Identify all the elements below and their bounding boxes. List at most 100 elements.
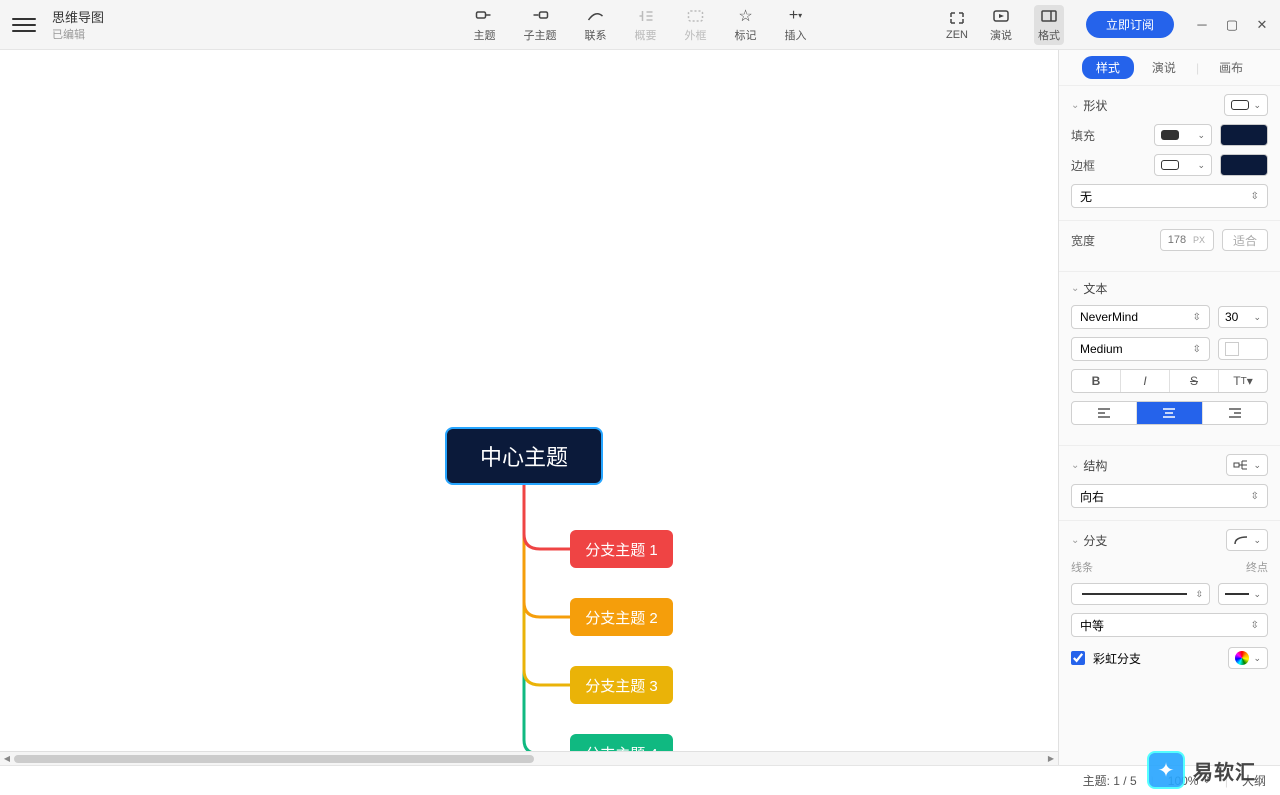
document-title: 思维导图 bbox=[52, 7, 104, 26]
insert-label: 插入 bbox=[785, 27, 807, 43]
structure-select[interactable]: 向右⇳ bbox=[1071, 484, 1268, 508]
boundary-icon bbox=[687, 7, 705, 25]
top-toolbar: 思维导图 已编辑 主题 子主题 联系 概要 外框 ☆ 标记 + ▾ 插 bbox=[0, 0, 1280, 50]
tab-canvas[interactable]: 画布 bbox=[1205, 56, 1257, 79]
scroll-left-icon[interactable]: ◀ bbox=[0, 752, 14, 765]
summary-button[interactable]: 概要 bbox=[635, 7, 657, 43]
topic-label: 主题 bbox=[474, 27, 496, 43]
canvas[interactable]: 中心主题 分支主题 1 分支主题 2 分支主题 3 分支主题 4 ◀ ▶ bbox=[0, 50, 1058, 765]
structure-icon-select[interactable]: ⌄ bbox=[1226, 454, 1268, 476]
panel-tabs: 样式 演说 | 画布 bbox=[1059, 50, 1280, 85]
border-weight-select[interactable]: 无⇳ bbox=[1071, 184, 1268, 208]
border-color[interactable] bbox=[1220, 154, 1268, 176]
relation-button[interactable]: 联系 bbox=[585, 7, 607, 43]
marker-button[interactable]: ☆ 标记 bbox=[735, 7, 757, 43]
bold-button[interactable]: B bbox=[1072, 370, 1121, 392]
connectors bbox=[0, 50, 1058, 765]
shape-select[interactable]: ⌄ bbox=[1224, 94, 1268, 116]
star-icon: ☆ bbox=[737, 7, 755, 25]
horizontal-scrollbar[interactable]: ◀ ▶ bbox=[0, 751, 1058, 765]
font-select[interactable]: NeverMind⇳ bbox=[1071, 305, 1210, 329]
fit-button[interactable]: 适合 bbox=[1222, 229, 1268, 251]
watermark: ✦ 易软汇 bbox=[1147, 751, 1256, 789]
subscribe-button[interactable]: 立即订阅 bbox=[1086, 11, 1174, 38]
minimize-button[interactable]: ─ bbox=[1196, 19, 1208, 31]
present-button[interactable]: 演说 bbox=[990, 7, 1012, 43]
section-text: ⌄ 文本 NeverMind⇳ 30⌄ Medium⇳ B I S TT ▾ bbox=[1059, 271, 1280, 445]
zen-button[interactable]: ZEN bbox=[946, 9, 968, 41]
shape-title: 形状 bbox=[1083, 97, 1107, 114]
border-style-select[interactable]: ⌄ bbox=[1154, 154, 1212, 176]
section-structure: ⌄ 结构 ⌄ 向右⇳ bbox=[1059, 445, 1280, 520]
section-width: 宽度 PX 适合 bbox=[1059, 220, 1280, 271]
rainbow-checkbox[interactable] bbox=[1071, 651, 1085, 665]
close-button[interactable]: ✕ bbox=[1256, 19, 1268, 31]
italic-button[interactable]: I bbox=[1121, 370, 1170, 392]
textcase-button[interactable]: TT ▾ bbox=[1219, 370, 1267, 392]
border-label: 边框 bbox=[1071, 157, 1101, 174]
logo-text: 易软汇 bbox=[1193, 756, 1256, 785]
section-branch: ⌄分支 ⌄ 线条 终点 ⇳ ⌄ 中等⇳ 彩虹分支 ⌄ bbox=[1059, 520, 1280, 689]
fill-style-select[interactable]: ⌄ bbox=[1154, 124, 1212, 146]
central-topic[interactable]: 中心主题 bbox=[445, 427, 603, 485]
font-weight-select[interactable]: Medium⇳ bbox=[1071, 337, 1210, 361]
zen-label: ZEN bbox=[946, 29, 968, 41]
chevron-down-icon[interactable]: ⌄ bbox=[1071, 283, 1079, 294]
subtopic-button[interactable]: 子主题 bbox=[524, 7, 557, 43]
present-icon bbox=[992, 7, 1010, 25]
line-label: 线条 bbox=[1071, 559, 1093, 575]
rainbow-label: 彩虹分支 bbox=[1093, 650, 1141, 667]
text-style-group: B I S TT ▾ bbox=[1071, 369, 1268, 393]
rainbow-icon bbox=[1235, 651, 1249, 665]
strikethrough-button[interactable]: S bbox=[1170, 370, 1219, 392]
branch-topic-3[interactable]: 分支主题 3 bbox=[570, 666, 673, 704]
scroll-right-icon[interactable]: ▶ bbox=[1044, 752, 1058, 765]
document-status: 已编辑 bbox=[52, 26, 104, 42]
window-controls: ─ ▢ ✕ bbox=[1196, 19, 1268, 31]
topic-count-label: 主题: 1 / 5 bbox=[1083, 772, 1137, 789]
maximize-button[interactable]: ▢ bbox=[1226, 19, 1238, 31]
format-panel: 样式 演说 | 画布 ⌄形状 ⌄ 填充 ⌄ 边框 ⌄ 无⇳ bbox=[1058, 50, 1280, 765]
chevron-down-icon[interactable]: ⌄ bbox=[1071, 460, 1079, 471]
branch-topic-1[interactable]: 分支主题 1 bbox=[570, 530, 673, 568]
chevron-down-icon[interactable]: ⌄ bbox=[1071, 535, 1079, 546]
relation-label: 联系 bbox=[585, 27, 607, 43]
logo-icon: ✦ bbox=[1147, 751, 1185, 789]
width-input[interactable]: PX bbox=[1160, 229, 1214, 251]
branch-title: 分支 bbox=[1083, 532, 1107, 549]
status-bar: 主题: 1 / 5 | 100% ⇳ | 大纲 bbox=[0, 765, 1280, 795]
chevron-down-icon[interactable]: ⌄ bbox=[1071, 100, 1079, 111]
fill-color[interactable] bbox=[1220, 124, 1268, 146]
insert-button[interactable]: + ▾ 插入 bbox=[785, 7, 807, 43]
text-title: 文本 bbox=[1083, 280, 1107, 297]
document-title-block: 思维导图 已编辑 bbox=[52, 7, 104, 42]
format-label: 格式 bbox=[1038, 27, 1060, 43]
branch-topic-2[interactable]: 分支主题 2 bbox=[570, 598, 673, 636]
section-shape: ⌄形状 ⌄ 填充 ⌄ 边框 ⌄ 无⇳ bbox=[1059, 85, 1280, 220]
summary-label: 概要 bbox=[635, 27, 657, 43]
align-center-button[interactable] bbox=[1137, 402, 1202, 424]
align-left-button[interactable] bbox=[1072, 402, 1137, 424]
line-thickness-select[interactable]: 中等⇳ bbox=[1071, 613, 1268, 637]
boundary-label: 外框 bbox=[685, 27, 707, 43]
zen-icon bbox=[948, 9, 966, 27]
boundary-button[interactable]: 外框 bbox=[685, 7, 707, 43]
line-end-select[interactable]: ⌄ bbox=[1218, 583, 1268, 605]
structure-title: 结构 bbox=[1083, 457, 1107, 474]
font-size-select[interactable]: 30⌄ bbox=[1218, 306, 1268, 328]
menu-button[interactable] bbox=[12, 13, 36, 37]
topic-icon bbox=[476, 7, 494, 25]
branch-shape-select[interactable]: ⌄ bbox=[1226, 529, 1268, 551]
topic-button[interactable]: 主题 bbox=[474, 7, 496, 43]
tab-style[interactable]: 样式 bbox=[1082, 56, 1134, 79]
main-area: 中心主题 分支主题 1 分支主题 2 分支主题 3 分支主题 4 ◀ ▶ 样式 … bbox=[0, 50, 1280, 765]
align-right-button[interactable] bbox=[1203, 402, 1267, 424]
present-label: 演说 bbox=[990, 27, 1012, 43]
summary-icon bbox=[637, 7, 655, 25]
format-button[interactable]: 格式 bbox=[1034, 5, 1064, 45]
font-color-select[interactable] bbox=[1218, 338, 1268, 360]
rainbow-color-select[interactable]: ⌄ bbox=[1228, 647, 1268, 669]
tab-present[interactable]: 演说 bbox=[1138, 56, 1190, 79]
toolbar-right: ZEN 演说 格式 立即订阅 ─ ▢ ✕ bbox=[946, 5, 1268, 45]
line-style-select[interactable]: ⇳ bbox=[1071, 583, 1210, 605]
